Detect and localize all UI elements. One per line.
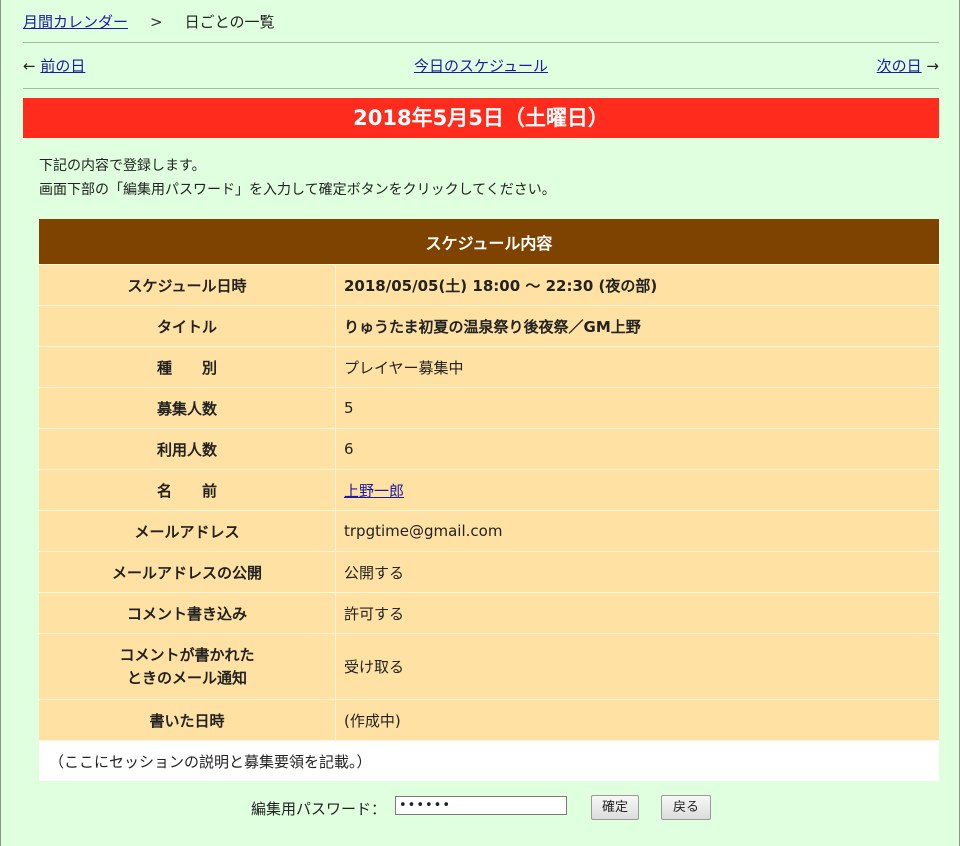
- row-label-recruit-count: 募集人数: [39, 387, 336, 429]
- row-label-written-at: 書いた日時: [39, 699, 336, 741]
- row-value-datetime: 2018/05/05(土) 18:00 ～ 22:30 (夜の部): [335, 264, 939, 306]
- row-label-title: タイトル: [39, 305, 336, 347]
- row-value-comment-notify: 受け取る: [335, 633, 939, 700]
- day-navigation: ← 前の日 今日のスケジュール 次の日 →: [23, 55, 939, 77]
- row-label-comment-notify-line1: コメントが書かれた: [119, 645, 255, 664]
- row-label-usage-count: 利用人数: [39, 428, 336, 470]
- table-row: メールアドレス trpgtime@gmail.com: [39, 510, 939, 552]
- author-name-link[interactable]: 上野一郎: [344, 482, 404, 500]
- table-row: 利用人数 6: [39, 428, 939, 470]
- row-label-name: 名 前: [39, 469, 336, 511]
- row-value-email: trpgtime@gmail.com: [335, 510, 939, 552]
- table-row: 種 別 プレイヤー募集中: [39, 346, 939, 388]
- right-arrow-icon: →: [926, 57, 939, 75]
- table-row: 書いた日時 (作成中): [39, 699, 939, 741]
- row-value-recruit-count: 5: [335, 387, 939, 429]
- table-row: メールアドレスの公開 公開する: [39, 551, 939, 593]
- row-label-email: メールアドレス: [39, 510, 336, 552]
- row-value-usage-count: 6: [335, 428, 939, 470]
- schedule-table: スケジュール内容 スケジュール日時 2018/05/05(土) 18:00 ～ …: [39, 219, 939, 781]
- row-label-type: 種 別: [39, 346, 336, 388]
- session-description: （ここにセッションの説明と募集要領を記載。）: [39, 740, 939, 781]
- table-row: タイトル りゅうたま初夏の温泉祭り後夜祭／GM上野: [39, 305, 939, 347]
- monthly-calendar-link[interactable]: 月間カレンダー: [23, 13, 128, 31]
- table-row: コメント書き込み 許可する: [39, 592, 939, 634]
- table-row: 名 前 上野一郎: [39, 469, 939, 511]
- row-value-type: プレイヤー募集中: [335, 346, 939, 388]
- row-label-email-public: メールアドレスの公開: [39, 551, 336, 593]
- breadcrumb: 月間カレンダー > 日ごとの一覧: [23, 11, 274, 32]
- table-row: スケジュール日時 2018/05/05(土) 18:00 ～ 22:30 (夜の…: [39, 264, 939, 306]
- row-label-datetime: スケジュール日時: [39, 264, 336, 306]
- divider-top: [23, 42, 939, 43]
- row-label-comment-posting: コメント書き込み: [39, 592, 336, 634]
- row-value-comment-posting: 許可する: [335, 592, 939, 634]
- row-value-name: 上野一郎: [335, 469, 939, 511]
- breadcrumb-current: 日ごとの一覧: [184, 13, 275, 31]
- intro-line-1: 下記の内容で登録します。: [39, 158, 206, 174]
- intro-line-2: 画面下部の「編集用パスワード」を入力して確定ボタンをクリックしてください。: [39, 182, 556, 198]
- divider-nav: [23, 88, 939, 89]
- row-value-written-at: (作成中): [335, 699, 939, 741]
- row-label-comment-notify: コメントが書かれた ときのメール通知: [39, 633, 336, 700]
- row-label-comment-notify-line2: ときのメール通知: [126, 668, 247, 687]
- table-row: コメントが書かれた ときのメール通知 受け取る: [39, 633, 939, 700]
- confirm-button[interactable]: 確定: [591, 795, 639, 820]
- breadcrumb-separator: >: [150, 13, 163, 31]
- today-schedule-link[interactable]: 今日のスケジュール: [414, 57, 548, 75]
- date-title-bar: 2018年5月5日（土曜日）: [23, 98, 939, 138]
- password-input[interactable]: ••••••: [395, 796, 567, 815]
- back-button[interactable]: 戻る: [661, 795, 711, 820]
- table-row: 募集人数 5: [39, 387, 939, 429]
- row-value-title: りゅうたま初夏の温泉祭り後夜祭／GM上野: [335, 305, 939, 347]
- intro-text: 下記の内容で登録します。 画面下部の「編集用パスワード」を入力して確定ボタンをク…: [39, 154, 556, 202]
- schedule-table-header: スケジュール内容: [39, 219, 939, 265]
- next-day-link[interactable]: 次の日: [877, 57, 922, 75]
- row-value-email-public: 公開する: [335, 551, 939, 593]
- password-label: 編集用パスワード：: [251, 800, 387, 818]
